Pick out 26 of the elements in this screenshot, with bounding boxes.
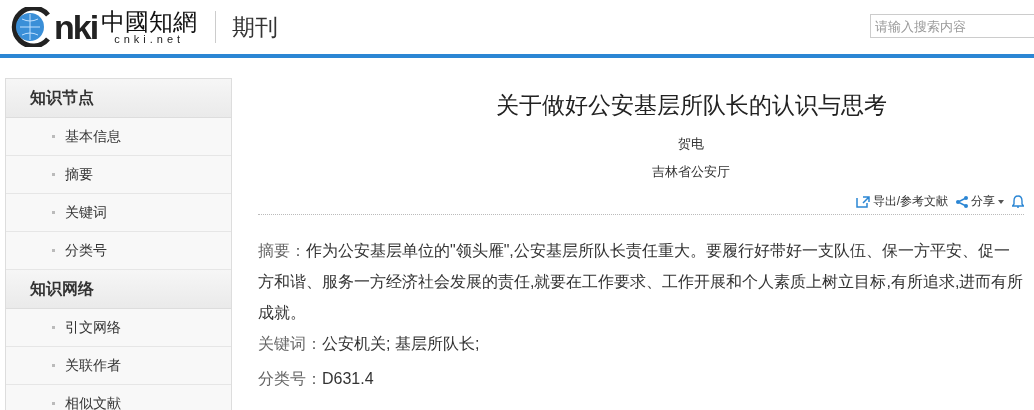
sidebar-item[interactable]: 摘要: [6, 156, 231, 194]
sidebar-item[interactable]: 分类号: [6, 232, 231, 270]
section-title: 期刊: [232, 12, 279, 42]
classification-line: 分类号：D631.4: [258, 369, 375, 389]
sidebar-item[interactable]: 关键词: [6, 194, 231, 232]
logo-text: nki: [54, 10, 98, 44]
logo-chinese-text: 中國知網: [101, 9, 198, 34]
sidebar-item[interactable]: 引文网络: [6, 309, 231, 347]
sidebar-item[interactable]: 关联作者: [6, 347, 231, 385]
logo-domain-text: cnki.net: [114, 33, 185, 45]
share-link[interactable]: 分享: [956, 193, 1004, 210]
bell-icon[interactable]: [1012, 195, 1024, 208]
share-icon: [956, 195, 968, 208]
author-link[interactable]: 贺电: [678, 136, 704, 151]
sidebar-item[interactable]: 基本信息: [6, 118, 231, 156]
affiliation-link[interactable]: 吉林省公安厅: [652, 164, 730, 179]
sidebar-group-title: 知识网络: [6, 270, 231, 309]
search-field[interactable]: 请输入搜索内容: [870, 14, 1034, 38]
article-title: 关于做好公安基层所队长的认识与思考: [494, 91, 888, 120]
caret-icon: [998, 199, 1004, 204]
export-link[interactable]: 导出/参考文献: [855, 193, 948, 210]
sidebar-group-title: 知识节点: [6, 79, 231, 118]
sidebar-item[interactable]: 相似文献: [6, 385, 231, 410]
abstract-paragraph: 摘要：作为公安基层单位的"领头雁",公安基层所队长责任重大。要履行好带好一支队伍、保一方平安、促一方和谐、服务一方经济社会发展的责任,就要在工作要求、工作开展和个人素质上树立目标,有所追求,进而有所成就。: [258, 241, 1024, 323]
export-icon: [855, 195, 870, 208]
keywords-line: 关键词：公安机关; 基层所队长;: [258, 334, 481, 354]
